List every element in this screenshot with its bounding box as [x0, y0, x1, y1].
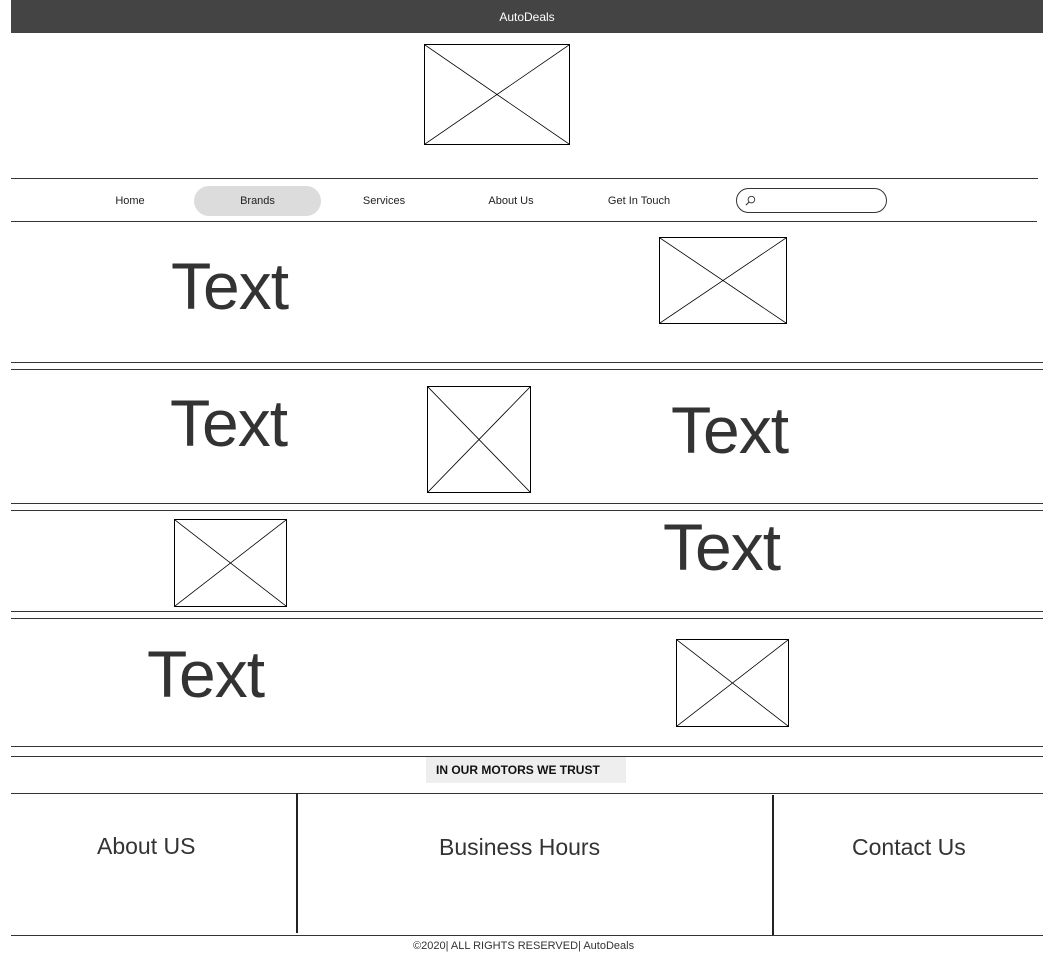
- nav-item-get-in-touch[interactable]: Get In Touch: [576, 186, 702, 216]
- section-divider: [11, 611, 1043, 612]
- site-title: AutoDeals: [499, 9, 555, 24]
- slogan-text: IN OUR MOTORS WE TRUST: [436, 763, 600, 777]
- search-box[interactable]: [736, 188, 887, 213]
- nav-item-home[interactable]: Home: [67, 186, 193, 216]
- nav-top-divider: [11, 178, 1038, 179]
- logo-image-placeholder: [424, 44, 570, 145]
- top-bar: AutoDeals: [11, 0, 1043, 33]
- nav-item-brands[interactable]: Brands: [194, 186, 321, 216]
- nav-item-label: Get In Touch: [607, 195, 671, 207]
- section-2-text-left: Text: [170, 386, 288, 460]
- section-divider: [11, 618, 1043, 619]
- section-4-image-placeholder: [676, 639, 789, 727]
- nav-bottom-divider: [11, 221, 1037, 222]
- section-divider: [11, 369, 1043, 370]
- section-2-image-placeholder: [427, 386, 531, 493]
- footer-hours-heading: Business Hours: [439, 834, 601, 860]
- footer-about-heading: About US: [97, 833, 196, 859]
- nav-item-label: About Us: [488, 195, 534, 207]
- search-input[interactable]: [760, 193, 882, 208]
- section-divider: [11, 746, 1043, 747]
- footer-contact-heading: Contact Us: [852, 834, 966, 860]
- section-4-text: Text: [147, 637, 265, 711]
- footer-column-divider: [772, 795, 774, 935]
- copyright-text: ©2020| ALL RIGHTS RESERVED| AutoDeals: [413, 940, 635, 952]
- search-icon: [745, 195, 756, 206]
- nav-item-services[interactable]: Services: [321, 186, 447, 216]
- nav-item-about-us[interactable]: About Us: [448, 186, 574, 216]
- section-3-text: Text: [663, 510, 781, 584]
- section-2-text-right: Text: [671, 393, 789, 467]
- nav-item-label: Home: [115, 195, 145, 207]
- footer-column-divider: [296, 793, 298, 933]
- section-divider: [11, 362, 1043, 363]
- section-divider: [11, 503, 1043, 504]
- section-1-text: Text: [171, 249, 289, 323]
- section-divider: [11, 510, 1043, 511]
- footer-top-divider: [11, 793, 1043, 794]
- nav-item-label: Brands: [240, 195, 275, 207]
- slogan-banner: IN OUR MOTORS WE TRUST: [426, 757, 626, 783]
- section-1-image-placeholder: [659, 237, 787, 324]
- footer-bottom-divider: [11, 935, 1043, 936]
- section-3-image-placeholder: [174, 519, 287, 607]
- nav-item-label: Services: [362, 195, 406, 207]
